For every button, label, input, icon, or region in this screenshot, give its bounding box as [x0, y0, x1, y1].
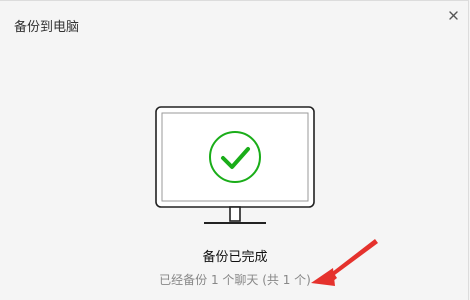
backup-dialog: 备份到电脑 备份已完成 已经备份 1 个聊天 (共 1 个): [0, 0, 470, 300]
red-arrow-annotation: [311, 239, 378, 286]
dialog-title: 备份到电脑: [14, 20, 80, 35]
close-icon[interactable]: [446, 8, 462, 24]
backup-status: 备份已完成: [202, 250, 268, 265]
backup-summary: 已经备份 1 个聊天 (共 1 个): [159, 273, 311, 287]
monitor-icon: [155, 106, 315, 224]
